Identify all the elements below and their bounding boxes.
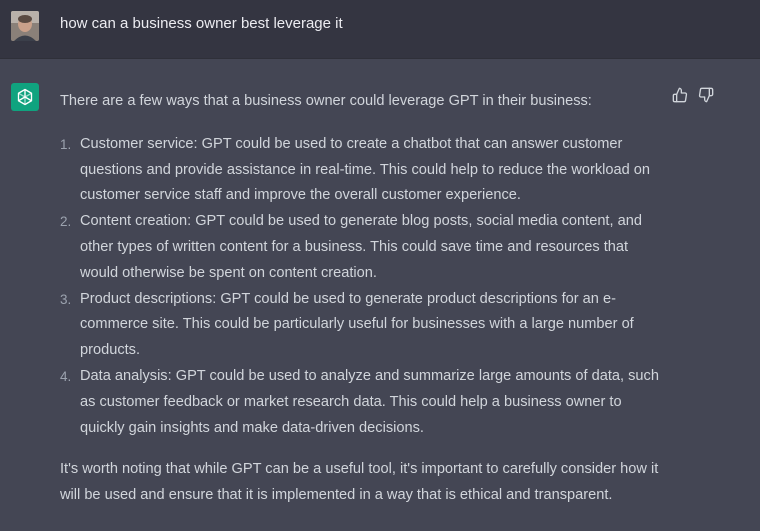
list-item-text: Customer service: GPT could be used to c… — [80, 135, 651, 204]
thumbs-up-icon[interactable] — [672, 87, 688, 103]
list-item: 4. Data analysis: GPT could be used to a… — [60, 364, 660, 441]
list-item-text: Product descriptions: GPT could be used … — [80, 290, 634, 359]
assistant-message-content: There are a few ways that a business own… — [60, 89, 660, 509]
response-intro: There are a few ways that a business own… — [60, 93, 592, 109]
user-message-row: how can a business owner best leverage i… — [0, 0, 760, 59]
list-item-number: 3. — [60, 291, 72, 307]
list-item: 3. Product descriptions: GPT could be us… — [60, 287, 660, 364]
list-item-number: 4. — [60, 368, 72, 384]
list-item: 1. Customer service: GPT could be used t… — [60, 132, 660, 209]
response-list: 1. Customer service: GPT could be used t… — [60, 132, 660, 442]
feedback-buttons — [672, 87, 714, 103]
assistant-message-row: There are a few ways that a business own… — [0, 59, 760, 531]
list-item-number: 1. — [60, 136, 72, 152]
user-message-text: how can a business owner best leverage i… — [60, 15, 343, 32]
openai-logo-icon — [11, 83, 39, 111]
list-item-number: 2. — [60, 214, 72, 230]
list-item: 2. Content creation: GPT could be used t… — [60, 209, 660, 286]
user-avatar — [11, 11, 39, 41]
list-item-text: Content creation: GPT could be used to g… — [80, 213, 642, 281]
response-outro: It's worth noting that while GPT can be … — [60, 461, 659, 504]
thumbs-down-icon[interactable] — [698, 87, 714, 103]
list-item-text: Data analysis: GPT could be used to anal… — [80, 367, 659, 436]
